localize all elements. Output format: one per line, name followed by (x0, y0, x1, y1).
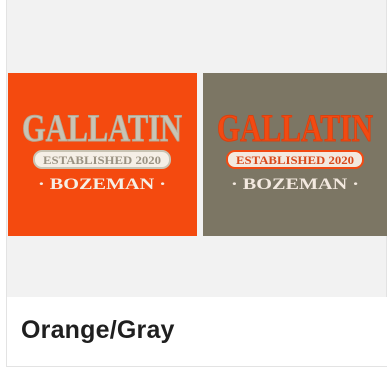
logo-main-text: GALLATIN (217, 107, 373, 150)
logo-main-text: GALLATIN (22, 107, 182, 150)
logo-sub-text: ESTABLISHED 2020 (43, 153, 161, 167)
gray-swatch-image[interactable]: GALLATIN ESTABLISHED 2020 · BOZEMAN · (203, 73, 387, 236)
orange-swatch-image[interactable]: GALLATIN ESTABLISHED 2020 · BOZEMAN · (8, 73, 197, 236)
logo-sub-text: ESTABLISHED 2020 (236, 153, 354, 167)
logo-artwork: GALLATIN ESTABLISHED 2020 · BOZEMAN · (22, 107, 183, 194)
logo-artwork: GALLATIN ESTABLISHED 2020 · BOZEMAN · (217, 107, 374, 194)
logo-city-text: · BOZEMAN · (231, 176, 359, 193)
product-image-area[interactable]: GALLATIN ESTABLISHED 2020 · BOZEMAN · GA… (7, 0, 387, 297)
gallatin-logo-orange: GALLATIN ESTABLISHED 2020 · BOZEMAN · (8, 73, 197, 236)
product-card[interactable]: GALLATIN ESTABLISHED 2020 · BOZEMAN · GA… (6, 0, 387, 367)
logo-city-text: · BOZEMAN · (38, 176, 166, 193)
product-title[interactable]: Orange/Gray (21, 316, 175, 345)
gallatin-logo-gray: GALLATIN ESTABLISHED 2020 · BOZEMAN · (203, 73, 387, 236)
